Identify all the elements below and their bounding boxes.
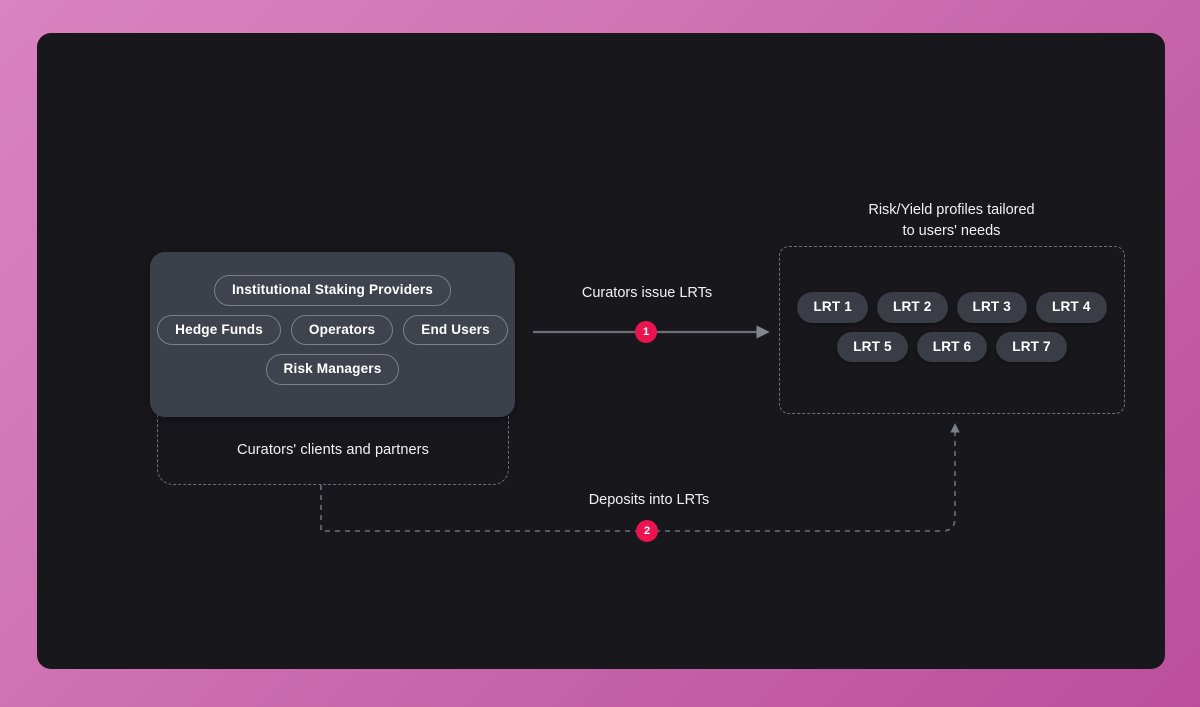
diagram-card: Institutional Staking Providers Hedge Fu… — [37, 33, 1165, 669]
lrt-pill-rows: LRT 1 LRT 2 LRT 3 LRT 4 LRT 5 LRT 6 LRT … — [780, 292, 1124, 363]
stakeholder-pill[interactable]: Hedge Funds — [157, 314, 281, 346]
stakeholder-pill[interactable]: Operators — [290, 314, 394, 346]
connector-2-badge: 2 — [636, 520, 658, 542]
curators-clients-panel: Institutional Staking Providers Hedge Fu… — [150, 252, 515, 417]
stakeholder-pill[interactable]: End Users — [403, 314, 508, 346]
left-group-caption: Curators' clients and partners — [237, 442, 429, 458]
lrt-row: LRT 5 LRT 6 LRT 7 — [837, 331, 1067, 363]
right-group-title: Risk/Yield profiles tailored to users' n… — [819, 200, 1084, 242]
stakeholder-row: Hedge Funds Operators End Users — [157, 314, 508, 346]
right-group-title-line1: Risk/Yield profiles tailored — [868, 202, 1035, 218]
lrt-dashed-group: LRT 1 LRT 2 LRT 3 LRT 4 LRT 5 LRT 6 LRT … — [779, 246, 1125, 414]
stakeholder-row: Risk Managers — [265, 354, 400, 385]
lrt-pill[interactable]: LRT 6 — [916, 331, 988, 363]
stakeholder-pill-rows: Institutional Staking Providers Hedge Fu… — [150, 275, 515, 385]
connector-1-label: Curators issue LRTs — [581, 285, 713, 301]
right-group-title-line2: to users' needs — [902, 223, 1001, 239]
lrt-pill[interactable]: LRT 2 — [876, 292, 948, 323]
stakeholder-pill[interactable]: Risk Managers — [265, 354, 400, 385]
lrt-pill[interactable]: LRT 4 — [1036, 292, 1107, 323]
connector-1-badge: 1 — [635, 321, 657, 343]
lrt-pill[interactable]: LRT 7 — [996, 331, 1067, 363]
stakeholder-row: Institutional Staking Providers — [213, 275, 452, 306]
diagram-page: Institutional Staking Providers Hedge Fu… — [0, 0, 1200, 707]
connector-2-label: Deposits into LRTs — [588, 492, 710, 508]
lrt-pill[interactable]: LRT 1 — [797, 292, 868, 323]
lrt-row: LRT 1 LRT 2 LRT 3 LRT 4 — [797, 292, 1107, 323]
stakeholder-pill[interactable]: Institutional Staking Providers — [213, 275, 452, 306]
lrt-pill[interactable]: LRT 5 — [837, 331, 908, 363]
lrt-pill[interactable]: LRT 3 — [956, 292, 1028, 323]
